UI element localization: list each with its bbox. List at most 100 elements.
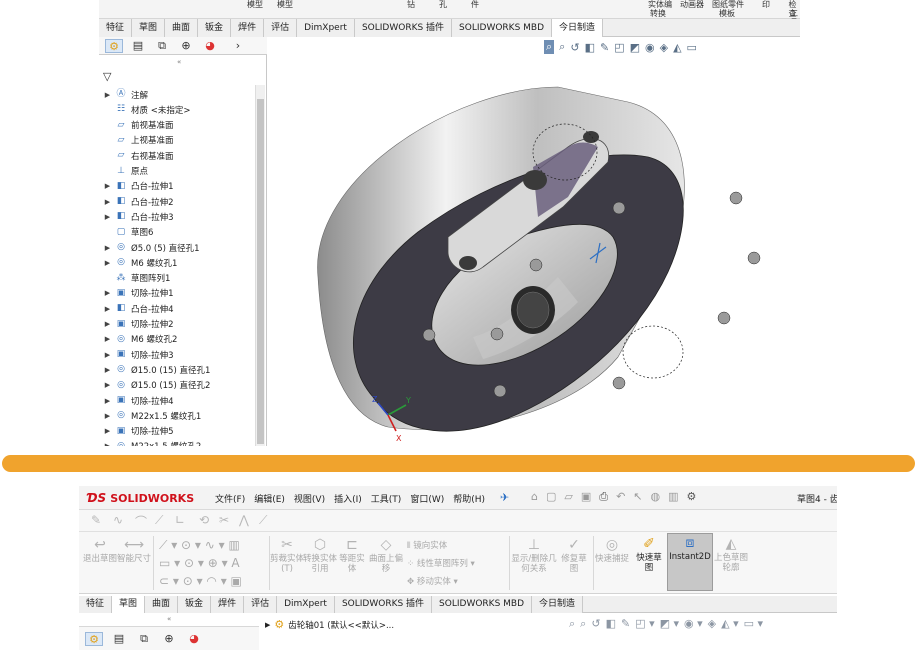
apply-scene-icon[interactable]: ◭ xyxy=(673,41,681,54)
sketch-tool-icon[interactable]: ∿ xyxy=(113,513,123,527)
tab-surfaces[interactable]: 曲面 xyxy=(145,596,179,613)
tab-features[interactable]: 特征 xyxy=(79,596,113,613)
gear-pump-housing-model[interactable]: Y Z X xyxy=(268,37,800,446)
ribbon-label[interactable]: 钻 xyxy=(407,0,415,9)
smart-dimension-button[interactable]: ⟷ 智能尺寸 xyxy=(117,536,151,564)
tab-sketch[interactable]: 草图 xyxy=(132,19,166,37)
move-entities-button[interactable]: ✥ 移动实体 ▾ xyxy=(407,575,458,587)
rectangle-tool-icon[interactable]: ▭ ▾ ⊙ ▾ ⊕ ▾ A xyxy=(159,556,240,570)
expand-arrow-icon[interactable]: ▶ xyxy=(103,244,112,252)
ribbon-label[interactable]: 模型 xyxy=(247,0,263,9)
mirror-entities-button[interactable]: ⫴ 镜向实体 xyxy=(407,539,447,551)
tab-surfaces[interactable]: 曲面 xyxy=(165,19,199,37)
undo-icon[interactable]: ↶ xyxy=(616,490,625,504)
display-manager-icon[interactable]: ◕ xyxy=(185,632,203,646)
tree-root-item[interactable]: ▶ ⚙ 齿轮轴01 (默认<<默认>... xyxy=(265,618,394,631)
graphics-viewport[interactable]: Y Z X ⌕ ⌕ ↺ ◧ ✎ ◰ ◩ ◉ ◈ ◭ ▭ xyxy=(268,37,800,446)
tree-item[interactable]: ▶ ▣ 切除-拉伸3 xyxy=(99,347,259,362)
expand-arrow-icon[interactable]: ▶ xyxy=(103,289,112,297)
menu-edit[interactable]: 编辑(E) xyxy=(254,492,285,505)
tree-item[interactable]: ▶ ▣ 切除-拉伸5 xyxy=(99,424,259,439)
view-orientation-icon[interactable]: ◰ xyxy=(614,41,624,54)
sketch-tool-icon[interactable]: ⟋ xyxy=(259,513,267,528)
save-icon[interactable]: ▣ xyxy=(581,490,591,504)
ribbon-label[interactable]: 转换 xyxy=(650,9,666,18)
convert-entities-button[interactable]: ⬡ 转换实体引用 xyxy=(303,536,337,574)
tree-item[interactable]: ▶ ▣ 切除-拉伸2 xyxy=(99,317,259,332)
tab-manufacturing[interactable]: 今日制造 xyxy=(552,19,604,37)
display-style-icon[interactable]: ◩ xyxy=(630,41,640,54)
expand-arrow-icon[interactable]: ▶ xyxy=(103,198,112,206)
linear-pattern-button[interactable]: ⁘ 线性草图阵列 ▾ xyxy=(407,557,475,569)
solidworks-logo[interactable]: ƊS SOLIDWORKS xyxy=(87,490,194,506)
collapse-chevron-icon[interactable]: « xyxy=(167,615,171,623)
ribbon-label[interactable]: 图纸零件 xyxy=(712,0,744,9)
ribbon-label[interactable]: 孔 xyxy=(439,0,447,9)
options-gear-icon[interactable]: ⚙ xyxy=(687,490,697,504)
collapse-chevron-icon[interactable]: « xyxy=(177,58,181,66)
tab-evaluate[interactable]: 评估 xyxy=(264,19,298,37)
edit-appearance-icon[interactable]: ◈ xyxy=(708,617,716,631)
expand-arrow-icon[interactable]: ▶ xyxy=(103,381,112,389)
offset-on-surface-button[interactable]: ◇ 曲面上偏移 xyxy=(369,536,403,574)
dimxpert-icon[interactable]: ⊕ xyxy=(160,632,178,646)
expand-arrow-icon[interactable]: ▶ xyxy=(103,91,112,99)
dynamic-annotation-icon[interactable]: ✎ xyxy=(600,41,609,54)
tree-item[interactable]: ▶ ◧ 凸台-拉伸4 xyxy=(99,301,259,316)
hide-show-icon[interactable]: ◉ ▾ xyxy=(684,617,703,631)
tree-item[interactable]: ▱ 前视基准面 xyxy=(99,118,259,133)
tab-mbd[interactable]: SOLIDWORKS MBD xyxy=(432,596,533,613)
tree-item[interactable]: ▶ ◎ M22x1.5 螺纹孔1 xyxy=(99,408,259,423)
configuration-manager-icon[interactable]: ⧉ xyxy=(153,39,171,53)
tab-sketch[interactable]: 草图 xyxy=(112,596,146,613)
section-view-icon[interactable]: ◧ xyxy=(606,617,616,631)
menu-help[interactable]: 帮助(H) xyxy=(453,492,485,505)
sketch-tool-icon[interactable]: ∟ xyxy=(175,513,185,527)
open-file-icon[interactable]: ▱ xyxy=(564,490,572,504)
menu-view[interactable]: 视图(V) xyxy=(294,492,325,505)
tree-item[interactable]: ▶ ▣ 切除-拉伸1 xyxy=(99,286,259,301)
edit-appearance-icon[interactable]: ◈ xyxy=(660,41,668,54)
tab-manufacturing[interactable]: 今日制造 xyxy=(532,596,584,613)
sketch-tool-icon[interactable]: ⋀ xyxy=(239,513,249,527)
tree-item[interactable]: ▱ 上视基准面 xyxy=(99,133,259,148)
previous-view-icon[interactable]: ↺ xyxy=(570,41,579,54)
view-settings-icon[interactable]: ▭ xyxy=(687,41,697,54)
ribbon-label[interactable]: 件 xyxy=(471,0,479,9)
print-icon[interactable]: ⎙ xyxy=(599,490,608,504)
tab-addins[interactable]: SOLIDWORKS 插件 xyxy=(334,596,433,613)
expand-arrow-icon[interactable]: ▶ xyxy=(103,182,112,190)
hide-show-icon[interactable]: ◉ xyxy=(645,41,655,54)
line-tool-icon[interactable]: ⟋ ▾ ⊙ ▾ ∿ ▾ ▥ xyxy=(159,538,240,553)
feature-manager-icon[interactable]: ⚙ xyxy=(105,38,123,53)
tree-item[interactable]: ▱ 右视基准面 xyxy=(99,148,259,163)
feature-manager-icon[interactable]: ⚙ xyxy=(85,631,103,646)
sketch-tool-icon[interactable]: ✂ xyxy=(219,513,229,527)
tree-item[interactable]: ▶ ◎ Ø5.0 (5) 直径孔1 xyxy=(99,240,259,255)
tab-dimxpert[interactable]: DimXpert xyxy=(277,596,335,613)
tab-dimxpert[interactable]: DimXpert xyxy=(297,19,355,37)
ribbon-label[interactable]: 印 xyxy=(762,0,770,9)
tree-item[interactable]: ▶ ◧ 凸台-拉伸1 xyxy=(99,179,259,194)
tree-item[interactable]: ▶ ▣ 切除-拉伸4 xyxy=(99,393,259,408)
expand-arrow-icon[interactable]: ▶ xyxy=(103,366,112,374)
tree-scrollbar-thumb[interactable] xyxy=(257,99,264,444)
rebuild-icon[interactable]: ◍ xyxy=(651,490,661,504)
expand-arrow-icon[interactable]: ▶ xyxy=(103,412,112,420)
display-style-icon[interactable]: ◩ ▾ xyxy=(660,617,679,631)
home-icon[interactable]: ⌂ xyxy=(531,490,538,504)
menu-tools[interactable]: 工具(T) xyxy=(371,492,402,505)
select-icon[interactable]: ↖ xyxy=(633,490,642,504)
expand-arrow-icon[interactable]: ▶ xyxy=(103,213,112,221)
tab-mbd[interactable]: SOLIDWORKS MBD xyxy=(452,19,553,37)
zoom-to-fit-icon[interactable]: ⌕ xyxy=(569,617,575,631)
expand-arrow-icon[interactable]: ▶ xyxy=(103,305,112,313)
sketch-tool-icon[interactable]: ⟋ xyxy=(155,513,163,528)
ribbon-label[interactable]: 动画器 xyxy=(680,0,704,9)
zoom-to-fit-icon[interactable]: ⌕ xyxy=(544,40,555,54)
repair-sketch-button[interactable]: ✓ 修复草图 xyxy=(559,536,589,574)
pin-menu-icon[interactable]: ✈ xyxy=(500,491,509,504)
display-manager-icon[interactable]: ◕ xyxy=(201,39,219,53)
shaded-sketch-contours-button[interactable]: ◭ 上色草图轮廓 xyxy=(713,535,749,573)
tab-addins[interactable]: SOLIDWORKS 插件 xyxy=(354,19,453,37)
